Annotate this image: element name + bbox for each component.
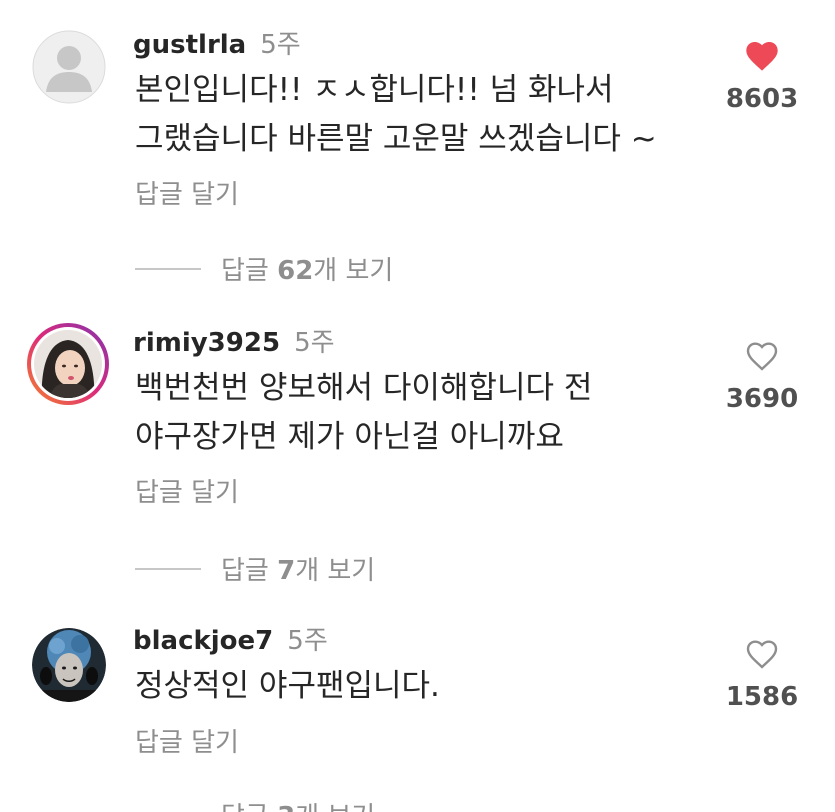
view-replies-label: 답글 3개 보기	[221, 796, 375, 812]
avatar[interactable]	[26, 322, 110, 406]
view-replies-label: 답글 7개 보기	[221, 556, 376, 586]
like-button[interactable]: 3690	[720, 342, 804, 414]
username-text[interactable]: blackjoe7	[133, 626, 273, 656]
view-replies-button[interactable]: 답글 62개 보기	[135, 250, 393, 287]
comment-time: 5주	[287, 626, 328, 656]
avatar[interactable]	[32, 628, 106, 702]
comment-text: 백번천번 양보해서 다이해합니다 전 야구장가면 제가 아닌걸 아니까요	[135, 364, 725, 462]
comment-line: 본인입니다!! ㅈㅅ합니다!! 넘 화나서	[135, 72, 614, 108]
comment-line: 야구장가면 제가 아닌걸 아니까요	[135, 419, 564, 455]
like-count: 1586	[725, 682, 799, 712]
username-text[interactable]: gustlrla	[133, 30, 246, 60]
like-count: 3690	[725, 384, 799, 414]
comment-username[interactable]: gustlrla 5주	[133, 24, 301, 61]
heart-icon	[746, 42, 778, 71]
comment-line: 백번천번 양보해서 다이해합니다 전	[135, 370, 593, 406]
like-button[interactable]: 1586	[720, 640, 804, 712]
like-button[interactable]: 8603	[720, 42, 804, 114]
view-replies-button[interactable]: 답글 7개 보기	[135, 550, 375, 587]
reply-button[interactable]: 답글 달기	[135, 174, 239, 211]
comment-text: 본인입니다!! ㅈㅅ합니다!! 넘 화나서 그랬습니다 바른말 고운말 쓰겠습니…	[135, 66, 725, 164]
divider-line	[135, 267, 201, 270]
view-replies-label: 답글 62개 보기	[221, 256, 394, 286]
divider-line	[135, 567, 201, 570]
comment-username[interactable]: blackjoe7 5주	[133, 620, 328, 657]
like-count: 8603	[725, 84, 799, 114]
comment-text: 정상적인 야구팬입니다.	[135, 662, 725, 711]
username-text[interactable]: rimiy3925	[133, 328, 280, 358]
comment-time: 5주	[294, 328, 335, 358]
reply-button[interactable]: 답글 달기	[135, 722, 239, 759]
comment-time: 5주	[260, 30, 301, 60]
comments-page: gustlrla 5주 본인입니다!! ㅈㅅ합니다!! 넘 화나서 그랬습니다 바…	[0, 0, 835, 812]
reply-button[interactable]: 답글 달기	[135, 472, 239, 509]
comment-line: 그랬습니다 바른말 고운말 쓰겠습니다 ~	[135, 121, 657, 157]
avatar[interactable]	[32, 30, 106, 104]
view-replies-button[interactable]: 답글 3개 보기	[135, 796, 375, 812]
heart-outline-icon	[746, 342, 778, 371]
heart-outline-icon	[746, 640, 778, 669]
comment-username[interactable]: rimiy3925 5주	[133, 322, 335, 359]
comment-line: 정상적인 야구팬입니다.	[135, 668, 440, 704]
